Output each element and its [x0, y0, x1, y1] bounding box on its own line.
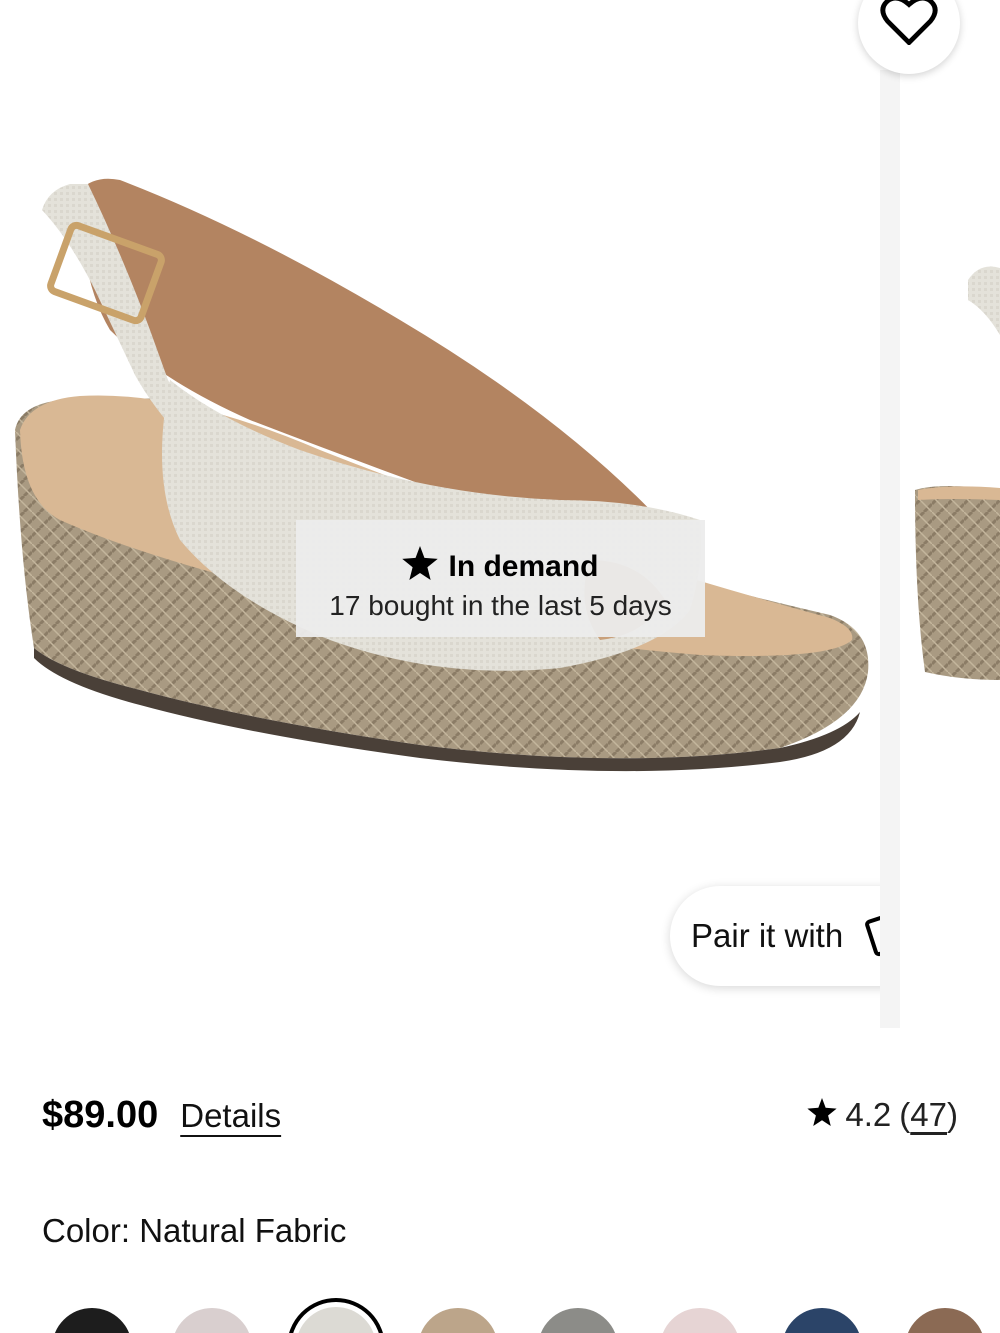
heart-outline-icon: [880, 0, 938, 50]
star-filled-icon: [807, 1096, 838, 1134]
color-swatches: [0, 1290, 1000, 1333]
color-swatch-brown[interactable]: [905, 1308, 985, 1333]
rating-paren-open: (: [899, 1096, 911, 1133]
color-swatch-blush[interactable]: [660, 1308, 740, 1333]
badge-subtitle: 17 bought in the last 5 days: [329, 590, 672, 621]
details-link[interactable]: Details: [180, 1097, 281, 1135]
color-swatch-leopard[interactable]: [538, 1308, 618, 1333]
product-image-main[interactable]: In demand 17 bought in the last 5 days P…: [0, 0, 960, 1028]
product-image-gallery[interactable]: In demand 17 bought in the last 5 days P…: [0, 0, 1000, 1028]
color-swatch-black[interactable]: [52, 1308, 132, 1333]
color-swatch-floral[interactable]: [172, 1308, 252, 1333]
next-sandal-image: [915, 266, 1000, 680]
star-filled-icon: [402, 546, 439, 588]
color-swatch-tan[interactable]: [418, 1308, 498, 1333]
color-swatch-navy[interactable]: [782, 1308, 862, 1333]
espadrille-sandal-image: [15, 178, 869, 772]
rating-count-link[interactable]: 47: [910, 1096, 947, 1133]
in-demand-badge: In demand 17 bought in the last 5 days: [296, 520, 705, 637]
rating-paren-close: ): [947, 1096, 958, 1133]
color-swatch-natural-fabric[interactable]: [287, 1298, 385, 1333]
product-price: $89.00: [42, 1094, 159, 1136]
selected-color-label: Color: Natural Fabric: [42, 1212, 347, 1249]
product-rating[interactable]: 4.2 (47): [807, 1096, 958, 1134]
badge-title: In demand: [296, 546, 705, 588]
gallery-divider: [880, 70, 900, 1028]
product-image-next[interactable]: [900, 0, 1000, 1028]
badge-title-text: In demand: [448, 550, 599, 583]
pair-it-with-label: Pair it with: [691, 917, 844, 954]
price-row: $89.00 Details: [42, 1094, 281, 1137]
rating-value: 4.2: [845, 1096, 892, 1133]
